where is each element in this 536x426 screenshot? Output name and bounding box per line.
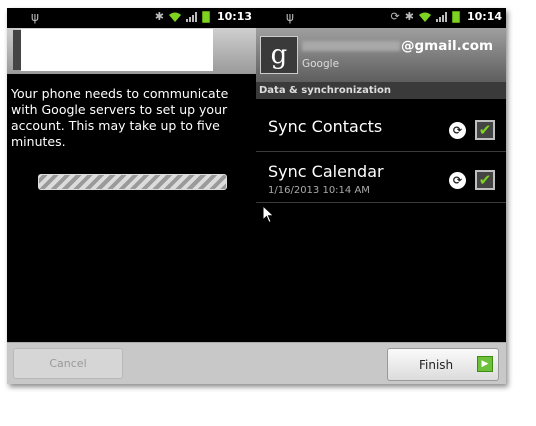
section-header: Data & synchronization [256,82,506,99]
status-time: 10:13 [216,10,252,23]
redacted-username [302,41,400,51]
sync-contacts-checkbox[interactable]: ✔ [475,120,495,140]
sync-contacts-label: Sync Contacts [268,117,383,136]
status-bar-right: ψ ⟳ ✱ 10:14 [256,8,506,28]
sync-calendar-checkbox[interactable]: ✔ [475,170,495,190]
signal-icon [185,11,197,22]
account-sync-screen: g @gmail.com Google Data & synchronizati… [256,28,506,384]
button-bar-right: Finish ▶ [256,342,506,384]
sync-icon: ⟳ [390,10,400,23]
battery-icon [201,10,210,23]
bluetooth-icon: ✱ [154,10,164,23]
sync-calendar-label: Sync Calendar [268,162,384,181]
bluetooth-icon: ✱ [404,10,414,23]
arrow-right-icon: ▶ [477,356,493,372]
wifi-icon [168,12,181,22]
status-time: 10:14 [466,10,502,23]
sync-calendar-row[interactable]: Sync Calendar 1/16/2013 10:14 AM ⟳ ✔ [256,152,506,203]
account-provider: Google [302,58,340,70]
account-header: g @gmail.com Google [256,28,506,82]
setup-message: Your phone needs to communicate with Goo… [11,86,229,149]
cancel-button[interactable]: Cancel [13,348,123,379]
battery-icon [451,10,460,23]
status-bar-left: ψ ✱ 10:13 [7,8,256,28]
finish-button[interactable]: Finish ▶ [387,348,499,381]
mouse-cursor-icon [263,206,275,224]
google-logo-icon: g [260,36,298,74]
screenshot-frame: ψ ✱ 10:13 Your phone needs to communicat… [7,8,506,384]
sync-icon[interactable]: ⟳ [449,172,466,189]
checkmark-icon: ✔ [478,121,492,139]
header-bar [7,28,256,74]
checkmark-icon: ✔ [478,171,492,189]
finish-label: Finish [419,358,454,372]
signal-icon [435,11,447,22]
redacted-box [21,29,213,71]
sync-icon[interactable]: ⟳ [449,122,466,139]
progress-bar [38,174,227,190]
account-email: @gmail.com [302,38,493,54]
setup-screen: Your phone needs to communicate with Goo… [7,28,256,384]
wifi-icon [418,12,431,22]
sync-calendar-timestamp: 1/16/2013 10:14 AM [268,185,370,196]
usb-icon: ψ [31,10,39,24]
sync-contacts-row[interactable]: Sync Contacts ⟳ ✔ [256,100,506,152]
button-bar-left: Cancel [7,342,256,384]
usb-icon: ψ [286,10,294,24]
